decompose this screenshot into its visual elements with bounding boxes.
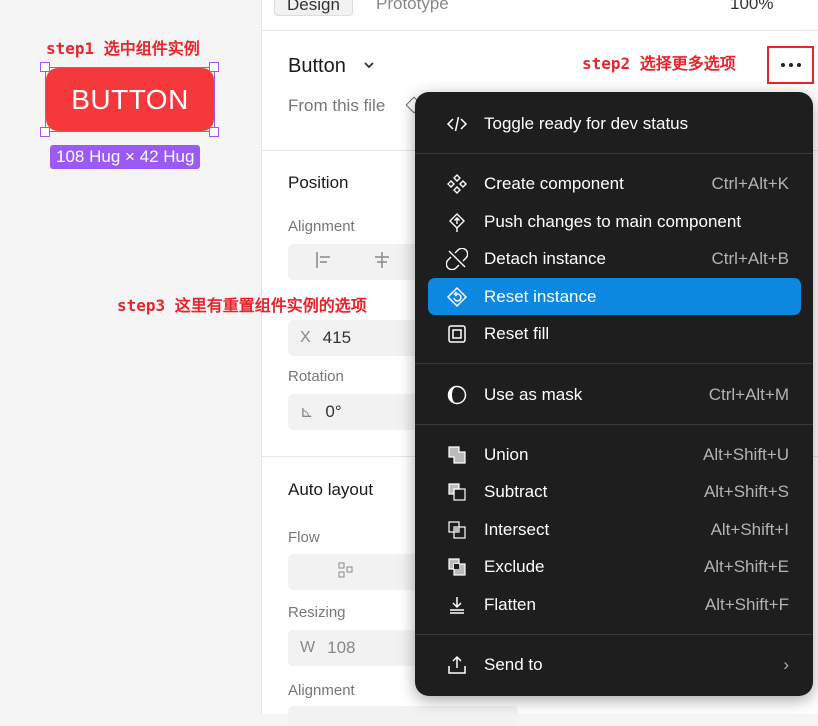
x-position-field[interactable]: X 415 bbox=[288, 320, 428, 356]
more-options-button[interactable] bbox=[767, 46, 814, 84]
send-to-icon bbox=[446, 654, 468, 676]
divider bbox=[262, 30, 818, 31]
menu-item-label: Use as mask bbox=[484, 384, 583, 404]
width-field[interactable]: W 108 bbox=[288, 630, 428, 666]
chevron-right-icon: › bbox=[783, 654, 789, 674]
selection-outline bbox=[45, 67, 215, 132]
flow-selector[interactable] bbox=[288, 554, 428, 590]
flatten-icon bbox=[446, 594, 468, 616]
resize-handle-bottom-left[interactable] bbox=[40, 127, 50, 137]
rotation-value: 0° bbox=[325, 402, 342, 421]
menu-item-label: Flatten bbox=[484, 594, 536, 614]
menu-item-label: Detach instance bbox=[484, 248, 606, 268]
component-name[interactable]: Button bbox=[288, 55, 346, 78]
menu-item-shortcut: Alt+Shift+U bbox=[703, 444, 789, 464]
push-changes-icon bbox=[446, 211, 468, 233]
reset-instance-icon bbox=[446, 286, 468, 308]
zoom-level[interactable]: 100% bbox=[730, 0, 773, 16]
flow-grid-icon bbox=[336, 560, 356, 585]
component-icon bbox=[446, 173, 468, 195]
menu-item-create-component[interactable]: Create component Ctrl+Alt+K bbox=[428, 165, 801, 202]
x-value: 415 bbox=[322, 328, 352, 347]
menu-item-push-changes[interactable]: Push changes to main component bbox=[428, 203, 801, 240]
menu-item-send-to[interactable]: Send to › bbox=[428, 646, 801, 683]
step3-annotation: step3 这里有重置组件实例的选项 bbox=[117, 296, 367, 315]
align-center-icon[interactable] bbox=[372, 250, 392, 275]
menu-item-shortcut: Ctrl+Alt+K bbox=[711, 173, 789, 193]
subtract-icon bbox=[446, 481, 468, 503]
menu-item-label: Reset instance bbox=[484, 286, 597, 306]
reset-fill-icon bbox=[446, 323, 468, 345]
resize-handle-top-right[interactable] bbox=[209, 62, 219, 72]
from-this-file-label: From this file bbox=[288, 96, 386, 115]
menu-item-flatten[interactable]: Flatten Alt+Shift+F bbox=[428, 586, 801, 623]
alignment2-box bbox=[288, 706, 518, 726]
step1-annotation: step1 选中组件实例 bbox=[46, 39, 200, 58]
more-dot bbox=[780, 63, 785, 67]
tab-design[interactable]: Design bbox=[274, 0, 353, 16]
mask-icon bbox=[446, 384, 468, 406]
menu-item-label: Intersect bbox=[484, 519, 550, 539]
rotation-label: Rotation bbox=[288, 368, 344, 385]
menu-item-shortcut: Ctrl+Alt+M bbox=[708, 384, 789, 404]
menu-item-union[interactable]: Union Alt+Shift+U bbox=[428, 436, 801, 473]
flow-label: Flow bbox=[288, 529, 320, 546]
menu-item-shortcut: Alt+Shift+S bbox=[703, 481, 789, 501]
design-canvas[interactable]: step1 选中组件实例 BUTTON 108 Hug × 42 Hug bbox=[0, 0, 261, 714]
more-dot bbox=[796, 63, 801, 67]
menu-item-toggle-ready-for-dev[interactable]: Toggle ready for dev status bbox=[428, 105, 801, 142]
menu-item-subtract[interactable]: Subtract Alt+Shift+S bbox=[428, 473, 801, 510]
chevron-down-icon[interactable] bbox=[363, 58, 375, 74]
menu-item-shortcut: Alt+Shift+F bbox=[704, 594, 789, 614]
menu-item-shortcut: Alt+Shift+E bbox=[703, 556, 789, 576]
menu-item-shortcut: Ctrl+Alt+B bbox=[711, 248, 789, 268]
alignment2-label: Alignment bbox=[288, 682, 355, 699]
tab-prototype[interactable]: Prototype bbox=[376, 0, 449, 16]
menu-item-label: Send to bbox=[484, 654, 543, 674]
rotation-field[interactable]: ⊾ 0° bbox=[288, 394, 428, 430]
menu-item-label: Subtract bbox=[484, 481, 548, 501]
menu-separator bbox=[415, 363, 813, 364]
menu-separator bbox=[415, 153, 813, 154]
alignment-label: Alignment bbox=[288, 218, 355, 235]
rotation-icon: ⊾ bbox=[300, 404, 314, 421]
menu-item-detach-instance[interactable]: Detach instance Ctrl+Alt+B bbox=[428, 240, 801, 277]
align-left-icon[interactable] bbox=[314, 250, 334, 275]
w-prefix: W bbox=[300, 639, 316, 656]
menu-separator bbox=[415, 634, 813, 635]
w-value: 108 bbox=[327, 638, 356, 657]
auto-layout-section-title: Auto layout bbox=[288, 480, 374, 499]
resize-handle-bottom-right[interactable] bbox=[209, 127, 219, 137]
panel-tabs: Design Prototype 100% bbox=[262, 0, 818, 16]
position-section-title: Position bbox=[288, 173, 349, 192]
menu-item-label: Union bbox=[484, 444, 529, 464]
menu-item-label: Exclude bbox=[484, 556, 545, 576]
menu-item-intersect[interactable]: Intersect Alt+Shift+I bbox=[428, 511, 801, 548]
menu-separator bbox=[415, 424, 813, 425]
menu-item-use-as-mask[interactable]: Use as mask Ctrl+Alt+M bbox=[428, 376, 801, 413]
resize-handle-top-left[interactable] bbox=[40, 62, 50, 72]
more-dot bbox=[788, 63, 793, 67]
detach-icon bbox=[446, 247, 468, 270]
menu-item-label: Create component bbox=[484, 173, 624, 193]
menu-item-reset-fill[interactable]: Reset fill bbox=[428, 315, 801, 352]
intersect-icon bbox=[446, 519, 468, 541]
menu-item-label: Toggle ready for dev status bbox=[484, 113, 689, 133]
menu-item-label: Push changes to main component bbox=[484, 211, 742, 231]
menu-item-exclude[interactable]: Exclude Alt+Shift+E bbox=[428, 548, 801, 585]
menu-item-shortcut: Alt+Shift+I bbox=[710, 519, 789, 539]
code-icon bbox=[446, 113, 468, 135]
more-options-menu: Toggle ready for dev status Create compo… bbox=[415, 92, 813, 696]
union-icon bbox=[446, 444, 468, 466]
resizing-label: Resizing bbox=[288, 604, 346, 621]
size-badge: 108 Hug × 42 Hug bbox=[50, 145, 201, 169]
step2-annotation: step2 选择更多选项 bbox=[582, 54, 736, 73]
menu-item-reset-instance[interactable]: Reset instance bbox=[428, 278, 801, 315]
exclude-icon bbox=[446, 556, 468, 578]
x-prefix: X bbox=[300, 329, 311, 346]
menu-item-label: Reset fill bbox=[484, 323, 550, 343]
